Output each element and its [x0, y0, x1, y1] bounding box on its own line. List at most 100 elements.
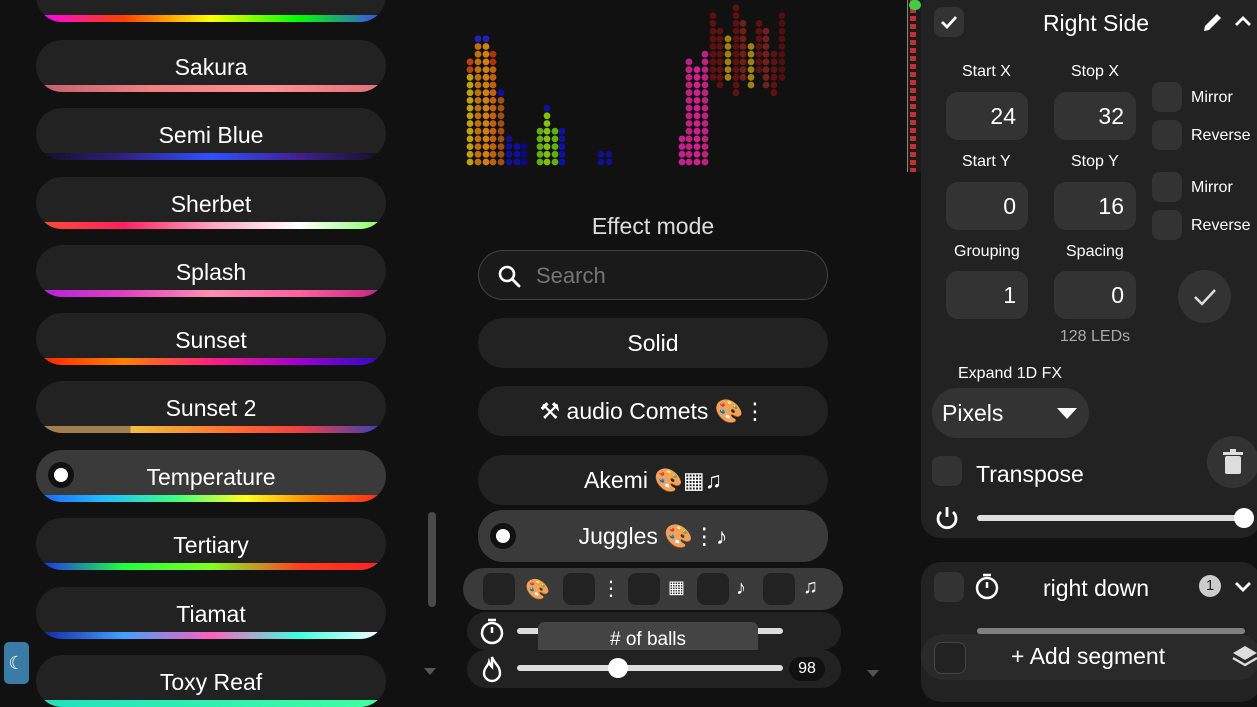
reverse-x-checkbox[interactable] [1152, 120, 1182, 150]
led-dot [693, 143, 701, 151]
palette-item[interactable]: Tiamat [36, 587, 386, 639]
filter-frequency-checkbox[interactable] [763, 573, 795, 605]
moon-icon: ☾ [8, 653, 25, 673]
led-dot [685, 81, 693, 89]
effect-mode-title: Effect mode [591, 213, 715, 239]
led-dot [474, 112, 482, 120]
filter-volume-checkbox[interactable] [697, 573, 729, 605]
palette-gradient-bar [36, 153, 386, 160]
theme-toggle-button[interactable]: ☾ [4, 642, 29, 684]
filter-1d-checkbox[interactable] [563, 573, 595, 605]
palette-item[interactable]: Tertiary [36, 518, 386, 570]
led-dot [739, 35, 747, 43]
led-dot [466, 81, 474, 89]
led-dot [709, 58, 717, 66]
select-all-checkbox[interactable] [934, 642, 966, 674]
segment2-select-checkbox[interactable] [934, 572, 964, 602]
mirror-x-checkbox[interactable] [1152, 82, 1182, 112]
led-dot [505, 150, 513, 158]
led-dot [716, 58, 724, 66]
add-segment-button[interactable]: + Add segment [1011, 643, 1165, 670]
delete-segment-button[interactable] [1207, 436, 1257, 488]
palette-item[interactable]: Sakura [36, 40, 386, 92]
led-dot [474, 58, 482, 66]
tooltip-label: # of balls [609, 629, 687, 650]
layers-icon[interactable] [1232, 644, 1257, 670]
led-dot [732, 73, 740, 81]
led-dot [716, 43, 724, 50]
spacing-input[interactable]: 0 [1054, 271, 1136, 319]
led-dot [474, 127, 482, 135]
led-dot [685, 104, 693, 112]
pencil-icon[interactable] [1201, 10, 1225, 34]
grouping-input[interactable]: 1 [946, 271, 1028, 319]
effect-item-audio-comets[interactable]: ⚒ audio Comets 🎨⋮ [478, 386, 828, 436]
palette-gradient-bar [36, 358, 386, 365]
power-icon[interactable] [934, 505, 960, 531]
led-dot [762, 35, 770, 43]
effect-item-juggles[interactable]: Juggles 🎨⋮♪ [478, 510, 828, 562]
segment-panel-2: right down 1 [921, 562, 1257, 702]
led-dot [739, 58, 747, 66]
led-dot [466, 112, 474, 120]
led-dot [685, 150, 693, 158]
led-dot [685, 112, 693, 120]
led-matrix [466, 4, 786, 166]
segment-brightness-slider[interactable] [977, 515, 1245, 521]
filter-2d-checkbox[interactable] [628, 573, 660, 605]
led-dot [489, 50, 497, 58]
segment-panel: Right Side Start X Stop X 24 32 Mirror R… [921, 0, 1257, 538]
palette-label: Sherbet [170, 191, 252, 217]
search-input[interactable] [534, 259, 808, 293]
effect-label: Akemi 🎨▦♫ [584, 467, 722, 493]
palette-item[interactable]: Splash [36, 245, 386, 297]
scroll-down-arrow-icon[interactable] [867, 670, 879, 677]
start-y-label: Start Y [962, 153, 1011, 170]
intensity-slider-knob[interactable] [608, 658, 629, 678]
led-dot [489, 66, 497, 73]
palette-gradient-bar [36, 290, 386, 297]
led-dot [755, 27, 763, 35]
reverse-y-checkbox[interactable] [1152, 210, 1182, 240]
palette-item[interactable]: Toxy Reaf [36, 655, 386, 707]
palette-gradient-bar [36, 15, 386, 22]
start-x-input[interactable]: 24 [946, 92, 1028, 140]
intensity-slider[interactable] [517, 665, 783, 671]
effect-search[interactable] [478, 250, 828, 300]
segment-select-checkbox[interactable] [934, 7, 964, 37]
apply-segment-button[interactable] [1178, 270, 1231, 323]
palette-item[interactable]: Temperature [36, 450, 386, 502]
stop-y-input[interactable]: 16 [1054, 182, 1136, 230]
led-dot [709, 73, 717, 81]
palette-item[interactable]: Sherbet [36, 177, 386, 229]
palette-item-partial[interactable] [36, 0, 386, 22]
chevron-down-icon[interactable] [1234, 580, 1252, 594]
led-dot [497, 104, 505, 112]
start-y-input[interactable]: 0 [946, 182, 1028, 230]
led-dot [747, 66, 755, 73]
palette-label: Sakura [174, 54, 248, 80]
effect-item-akemi[interactable]: Akemi 🎨▦♫ [478, 455, 828, 505]
led-dot [693, 104, 701, 112]
palette-item[interactable]: Semi Blue [36, 108, 386, 160]
led-dot [678, 158, 686, 166]
effect-item-solid[interactable]: Solid [478, 318, 828, 368]
led-dot [685, 120, 693, 127]
palette-scrollbar[interactable] [428, 512, 436, 607]
led-dot [489, 158, 497, 166]
led-dot [724, 43, 732, 50]
led-dot [482, 120, 490, 127]
filter-palette-checkbox[interactable] [483, 573, 515, 605]
scroll-down-arrow-icon[interactable] [424, 668, 436, 675]
led-dot [482, 97, 490, 104]
palette-gradient-bar [36, 495, 386, 502]
transpose-checkbox[interactable] [932, 456, 962, 486]
led-dot [466, 89, 474, 97]
palette-item[interactable]: Sunset 2 [36, 381, 386, 433]
mirror-y-checkbox[interactable] [1152, 172, 1182, 202]
stop-x-input[interactable]: 32 [1054, 92, 1136, 140]
chevron-up-icon[interactable] [1234, 14, 1252, 28]
brightness-knob[interactable] [1234, 508, 1254, 528]
expand-1d-select[interactable]: Pixels [932, 388, 1089, 438]
palette-item[interactable]: Sunset [36, 313, 386, 365]
